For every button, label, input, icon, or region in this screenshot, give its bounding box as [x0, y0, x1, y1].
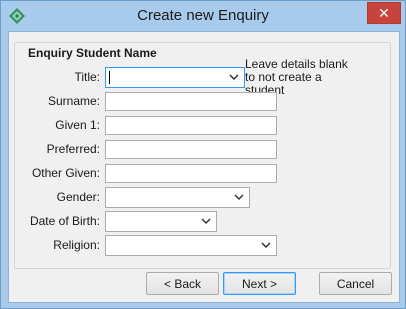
- preferred-field[interactable]: [105, 140, 277, 159]
- title-label: Title:: [74, 70, 100, 84]
- window-title: Create new Enquiry: [137, 7, 269, 24]
- cancel-button[interactable]: Cancel: [319, 272, 392, 295]
- title-bar[interactable]: Create new Enquiry ✕: [1, 1, 405, 31]
- other-given-label: Other Given:: [31, 166, 100, 180]
- next-button[interactable]: Next >: [223, 272, 296, 295]
- back-button[interactable]: < Back: [146, 272, 219, 295]
- dob-picker[interactable]: [105, 211, 217, 232]
- student-name-group: Enquiry Student Name Leave details blank…: [14, 42, 391, 269]
- text-caret: [109, 71, 110, 84]
- close-button[interactable]: ✕: [367, 2, 401, 24]
- gender-label: Gender:: [56, 190, 100, 204]
- preferred-label: Preferred:: [46, 142, 100, 156]
- religion-label: Religion:: [53, 238, 100, 252]
- religion-dropdown[interactable]: [105, 235, 277, 256]
- given1-field[interactable]: [105, 116, 277, 135]
- dialog-window: Create new Enquiry ✕ Enquiry Student Nam…: [0, 0, 406, 309]
- chevron-down-icon: [261, 239, 271, 251]
- chevron-down-icon: [234, 191, 244, 203]
- chevron-down-icon: [229, 71, 239, 83]
- surname-field[interactable]: [105, 92, 277, 111]
- dob-label: Date of Birth:: [29, 214, 100, 228]
- close-icon: ✕: [378, 4, 390, 21]
- dialog-body: Enquiry Student Name Leave details blank…: [8, 31, 400, 303]
- group-title: Enquiry Student Name: [25, 46, 160, 60]
- surname-label: Surname:: [47, 94, 100, 108]
- given1-label: Given 1:: [55, 118, 100, 132]
- other-given-field[interactable]: [105, 164, 277, 183]
- title-dropdown[interactable]: [105, 67, 245, 88]
- chevron-down-icon: [201, 215, 211, 227]
- gender-dropdown[interactable]: [105, 187, 250, 208]
